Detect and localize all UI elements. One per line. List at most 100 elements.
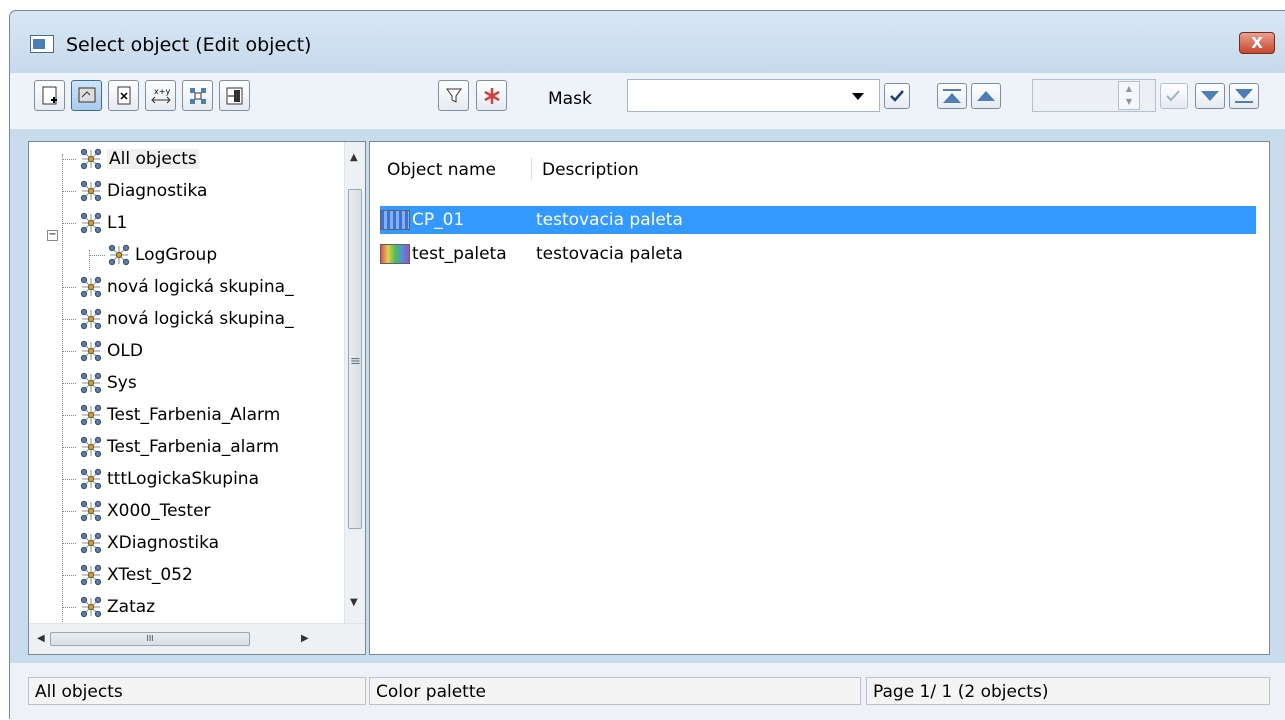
last-page-icon <box>1235 89 1253 103</box>
clear-filter-button[interactable] <box>476 80 507 111</box>
tree-item[interactable]: Sys <box>79 368 137 398</box>
tree-item[interactable]: Test_Farbenia_alarm <box>79 432 279 462</box>
tree-connector <box>62 447 76 448</box>
collapse-toggle[interactable]: − <box>47 230 58 241</box>
delete-object-icon <box>117 86 131 105</box>
logical-group-icon <box>190 88 206 104</box>
tree-horizontal-scrollbar[interactable]: ◀ III ▶ <box>29 623 365 654</box>
tree-item[interactable]: OLD <box>79 336 143 366</box>
tree-item-label: Sys <box>107 373 137 393</box>
tree-item[interactable]: LogGroup <box>107 240 217 270</box>
logical-group-icon <box>80 180 102 202</box>
tree-connector <box>62 479 76 480</box>
new-object-icon <box>42 86 57 105</box>
column-header-description[interactable]: Description <box>542 154 639 186</box>
palette-icon <box>380 210 410 230</box>
logical-group-button[interactable] <box>182 80 213 111</box>
logical-group-icon <box>80 148 102 170</box>
scroll-down-icon[interactable]: ▼ <box>350 597 358 608</box>
scroll-left-icon[interactable]: ◀ <box>37 633 45 644</box>
table-row[interactable]: test_paleta testovacia paleta <box>380 240 683 268</box>
export-button[interactable] <box>219 80 250 111</box>
tree-connector <box>62 511 76 512</box>
tree-item-label: LogGroup <box>135 245 218 265</box>
delete-object-button[interactable] <box>108 80 139 111</box>
tree-item-label: All objects <box>107 149 199 169</box>
tree-item[interactable]: Zataz <box>79 592 155 622</box>
window-icon <box>30 35 54 53</box>
tree-item[interactable]: nová logická skupina_ <box>79 272 294 302</box>
scroll-thumb-horizontal[interactable]: III <box>50 632 250 646</box>
column-divider[interactable] <box>531 158 532 180</box>
svg-text:x+y: x+y <box>154 87 170 96</box>
tree-connector <box>62 154 63 634</box>
tree-item[interactable]: XDiagnostika <box>79 528 219 558</box>
tree-connector <box>62 383 76 384</box>
tree-item-label: tttLogickaSkupina <box>107 469 259 489</box>
tree-item-label: nová logická skupina_ <box>107 277 294 297</box>
tree-connector <box>62 575 76 576</box>
mask-label: Mask <box>548 89 592 109</box>
mask-dropdown-icon[interactable] <box>852 93 864 101</box>
tree-item[interactable]: tttLogickaSkupina <box>79 464 259 494</box>
description-cell: testovacia paleta <box>536 210 683 230</box>
first-page-button[interactable] <box>937 83 967 109</box>
tree-item[interactable]: XTest_052 <box>79 560 193 590</box>
previous-page-icon <box>977 91 995 101</box>
scroll-up-icon[interactable]: ▲ <box>350 152 358 163</box>
check-icon <box>890 90 904 102</box>
object-list[interactable]: Object name Description CP_01 testovacia… <box>369 141 1270 655</box>
scroll-grip-icon: ≡ <box>350 354 361 369</box>
tree-item[interactable]: Diagnostika <box>79 176 207 206</box>
logical-group-icon <box>80 372 102 394</box>
edit-object-icon <box>78 87 96 103</box>
last-page-button[interactable] <box>1229 83 1259 109</box>
page-spinner[interactable]: ▲ ▼ <box>1118 81 1140 110</box>
logical-group-icon <box>80 596 102 618</box>
new-object-button[interactable] <box>34 80 65 111</box>
close-button[interactable]: X <box>1239 32 1275 54</box>
logical-group-icon <box>80 276 102 298</box>
export-icon <box>226 87 243 105</box>
tree-item[interactable]: L1 <box>79 208 127 238</box>
tree-item-label: Diagnostika <box>107 181 208 201</box>
tree-item[interactable]: X000_Tester <box>79 496 211 526</box>
tree-item[interactable]: nová logická skupina_ <box>79 304 294 334</box>
logical-group-icon <box>108 244 130 266</box>
tree-item-label: XTest_052 <box>107 565 193 585</box>
logical-group-icon <box>80 500 102 522</box>
tree-connector <box>62 319 76 320</box>
rename-object-icon: x+y <box>151 87 171 104</box>
logical-group-icon <box>80 532 102 554</box>
next-page-button[interactable] <box>1195 83 1225 109</box>
description-cell: testovacia paleta <box>536 244 683 264</box>
logical-group-icon <box>80 404 102 426</box>
tree-item-label: L1 <box>107 213 128 233</box>
tree-item[interactable]: Test_Farbenia_Alarm <box>79 400 280 430</box>
tree-connector <box>62 287 76 288</box>
previous-page-button[interactable] <box>971 83 1001 109</box>
logical-group-icon <box>80 212 102 234</box>
logical-group-icon <box>80 564 102 586</box>
status-page-info: Page 1/ 1 (2 objects) <box>866 677 1270 705</box>
first-page-icon <box>943 89 961 103</box>
edit-object-button[interactable] <box>71 80 102 111</box>
clear-filter-icon <box>484 88 500 104</box>
group-tree[interactable]: − All objects Diagnostika L1 LogGroup nová l… <box>28 141 366 655</box>
tree-vertical-scrollbar[interactable]: ▲ ≡ ▼ <box>344 142 365 624</box>
column-header-object-name[interactable]: Object name <box>387 154 496 186</box>
tree-connector <box>62 351 76 352</box>
tree-item-label: nová logická skupina_ <box>107 309 294 329</box>
tree-item[interactable]: All objects <box>79 144 199 174</box>
scroll-right-icon[interactable]: ▶ <box>301 633 309 644</box>
logical-group-icon <box>80 308 102 330</box>
confirm-page-button[interactable] <box>1160 83 1188 109</box>
object-name-cell: test_paleta <box>412 244 507 264</box>
table-row[interactable]: CP_01 testovacia paleta <box>380 206 1256 234</box>
filter-button[interactable] <box>438 80 469 111</box>
tree-connector <box>62 223 76 224</box>
apply-mask-button[interactable] <box>884 83 910 109</box>
rename-object-button[interactable]: x+y <box>145 80 176 111</box>
mask-input[interactable] <box>627 79 880 112</box>
tree-item-label: Test_Farbenia_Alarm <box>107 405 281 425</box>
